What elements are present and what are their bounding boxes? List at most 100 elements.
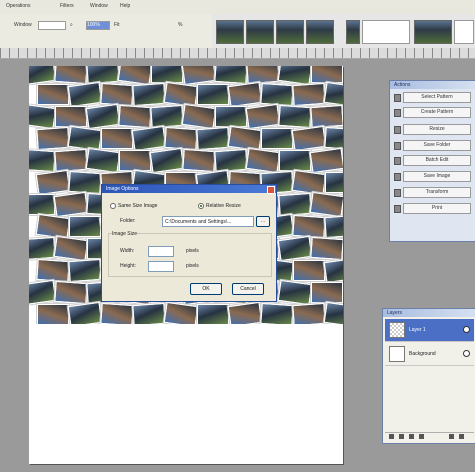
pattern-photo (310, 236, 343, 261)
action-button[interactable]: Print (403, 203, 471, 214)
menu-item-window[interactable]: Window (90, 3, 108, 9)
same-size-radio[interactable] (110, 203, 116, 209)
properties-icon[interactable] (419, 434, 424, 439)
action-item[interactable]: Create Pattern (394, 107, 474, 118)
browse-button[interactable]: … (256, 216, 270, 227)
action-button[interactable]: Save Image (403, 171, 471, 182)
action-button[interactable]: Batch Edit (403, 155, 471, 166)
action-item[interactable]: Print (394, 203, 474, 214)
pattern-photo (182, 148, 216, 173)
pattern-photo (164, 126, 198, 151)
eye-icon[interactable] (463, 326, 470, 333)
pattern-photo (277, 66, 313, 86)
pattern-photo (36, 258, 70, 283)
cancel-button[interactable]: Cancel (232, 283, 264, 295)
pattern-photo (311, 282, 343, 303)
thumbnail[interactable] (276, 20, 304, 44)
pattern-photo (132, 82, 166, 107)
folder-value: C:\Documents and Settings\... (165, 219, 232, 225)
pattern-photo (53, 191, 89, 218)
pattern-photo (245, 103, 281, 130)
move-up-icon[interactable] (449, 434, 454, 439)
action-item[interactable]: Save Folder (394, 140, 474, 151)
menu-item-help[interactable]: Help (120, 3, 130, 9)
action-icon (394, 173, 401, 181)
close-icon[interactable] (267, 186, 275, 194)
layer-thumbnail (389, 322, 405, 338)
zoom-value: 100% (87, 22, 100, 28)
thumbnail[interactable] (246, 20, 274, 44)
pattern-photo (261, 128, 293, 149)
thumbnail[interactable] (362, 20, 410, 44)
pattern-photo (117, 66, 153, 86)
pattern-photo (260, 82, 294, 107)
eye-icon[interactable] (463, 350, 470, 357)
new-layer-icon[interactable] (389, 434, 394, 439)
action-item[interactable]: Save Image (394, 171, 474, 182)
pattern-photo (324, 126, 343, 151)
pattern-photo (293, 260, 325, 281)
pattern-photo (149, 147, 185, 174)
ok-button[interactable]: OK (190, 283, 222, 295)
delete-layer-icon[interactable] (459, 434, 464, 439)
action-button[interactable]: Save Folder (403, 140, 471, 151)
pattern-photo (151, 66, 183, 83)
action-item[interactable]: Select Pattern (394, 92, 474, 103)
dialog-title: Image Options (102, 185, 276, 193)
action-icon (394, 142, 401, 150)
pattern-photo (309, 191, 343, 218)
action-item[interactable]: Batch Edit (394, 155, 474, 166)
action-button[interactable]: Select Pattern (403, 92, 471, 103)
duplicate-layer-icon[interactable] (399, 434, 404, 439)
pattern-photo (197, 84, 229, 105)
menu-item-operations[interactable]: Operations (6, 3, 30, 9)
pattern-photo (197, 304, 229, 324)
thumbnail[interactable] (414, 20, 452, 44)
same-size-label: Same Size Image (118, 203, 158, 209)
relative-resize-radio[interactable] (198, 203, 204, 209)
action-icon (394, 109, 401, 117)
pattern-photo (150, 104, 184, 129)
image-thumbnail-strip (212, 14, 475, 49)
width-field[interactable] (148, 246, 174, 257)
action-button[interactable]: Transform (403, 187, 471, 198)
pattern-photo (37, 84, 69, 105)
thumbnail[interactable] (306, 20, 334, 44)
zoom-field[interactable]: 100% (86, 21, 110, 30)
layer-row[interactable]: Background (385, 343, 474, 366)
action-button[interactable]: Create Pattern (403, 107, 471, 118)
thumbnail[interactable] (216, 20, 244, 44)
action-item[interactable]: Transform (394, 187, 474, 198)
pattern-photo (311, 66, 343, 83)
action-item[interactable]: Resize (394, 124, 474, 135)
pattern-photo (245, 147, 281, 174)
pattern-photo (227, 301, 263, 324)
mode-select[interactable] (38, 21, 66, 30)
folder-field[interactable]: C:\Documents and Settings\... (162, 216, 254, 227)
menu-item-filters[interactable]: Filters (60, 3, 74, 9)
fit-label[interactable]: Fit (114, 22, 120, 28)
zoom-icon[interactable]: ⌕ (70, 22, 73, 28)
pattern-photo (196, 126, 230, 151)
action-button[interactable]: Resize (403, 124, 471, 135)
pattern-photo (29, 279, 57, 306)
folder-label: Folder: (120, 218, 136, 224)
thumbnail[interactable] (454, 20, 474, 44)
layers-panel-title: Layers (383, 309, 475, 317)
merge-icon[interactable] (409, 434, 414, 439)
image-options-dialog: Image Options Same Size Image Relative R… (101, 184, 277, 302)
layer-row[interactable]: Layer 1 (385, 319, 474, 342)
pattern-photo (292, 302, 326, 324)
height-label: Height: (120, 263, 136, 269)
pattern-photo (291, 125, 327, 152)
thumbnail[interactable] (346, 20, 360, 44)
pattern-photo (29, 66, 57, 86)
width-unit: pixels (186, 248, 199, 254)
pattern-photo (292, 214, 326, 239)
action-icon (394, 94, 401, 102)
pattern-photo (68, 170, 102, 195)
pattern-photo (54, 66, 88, 85)
pattern-photo (86, 66, 120, 85)
action-icon (394, 126, 401, 134)
height-field[interactable] (148, 261, 174, 272)
